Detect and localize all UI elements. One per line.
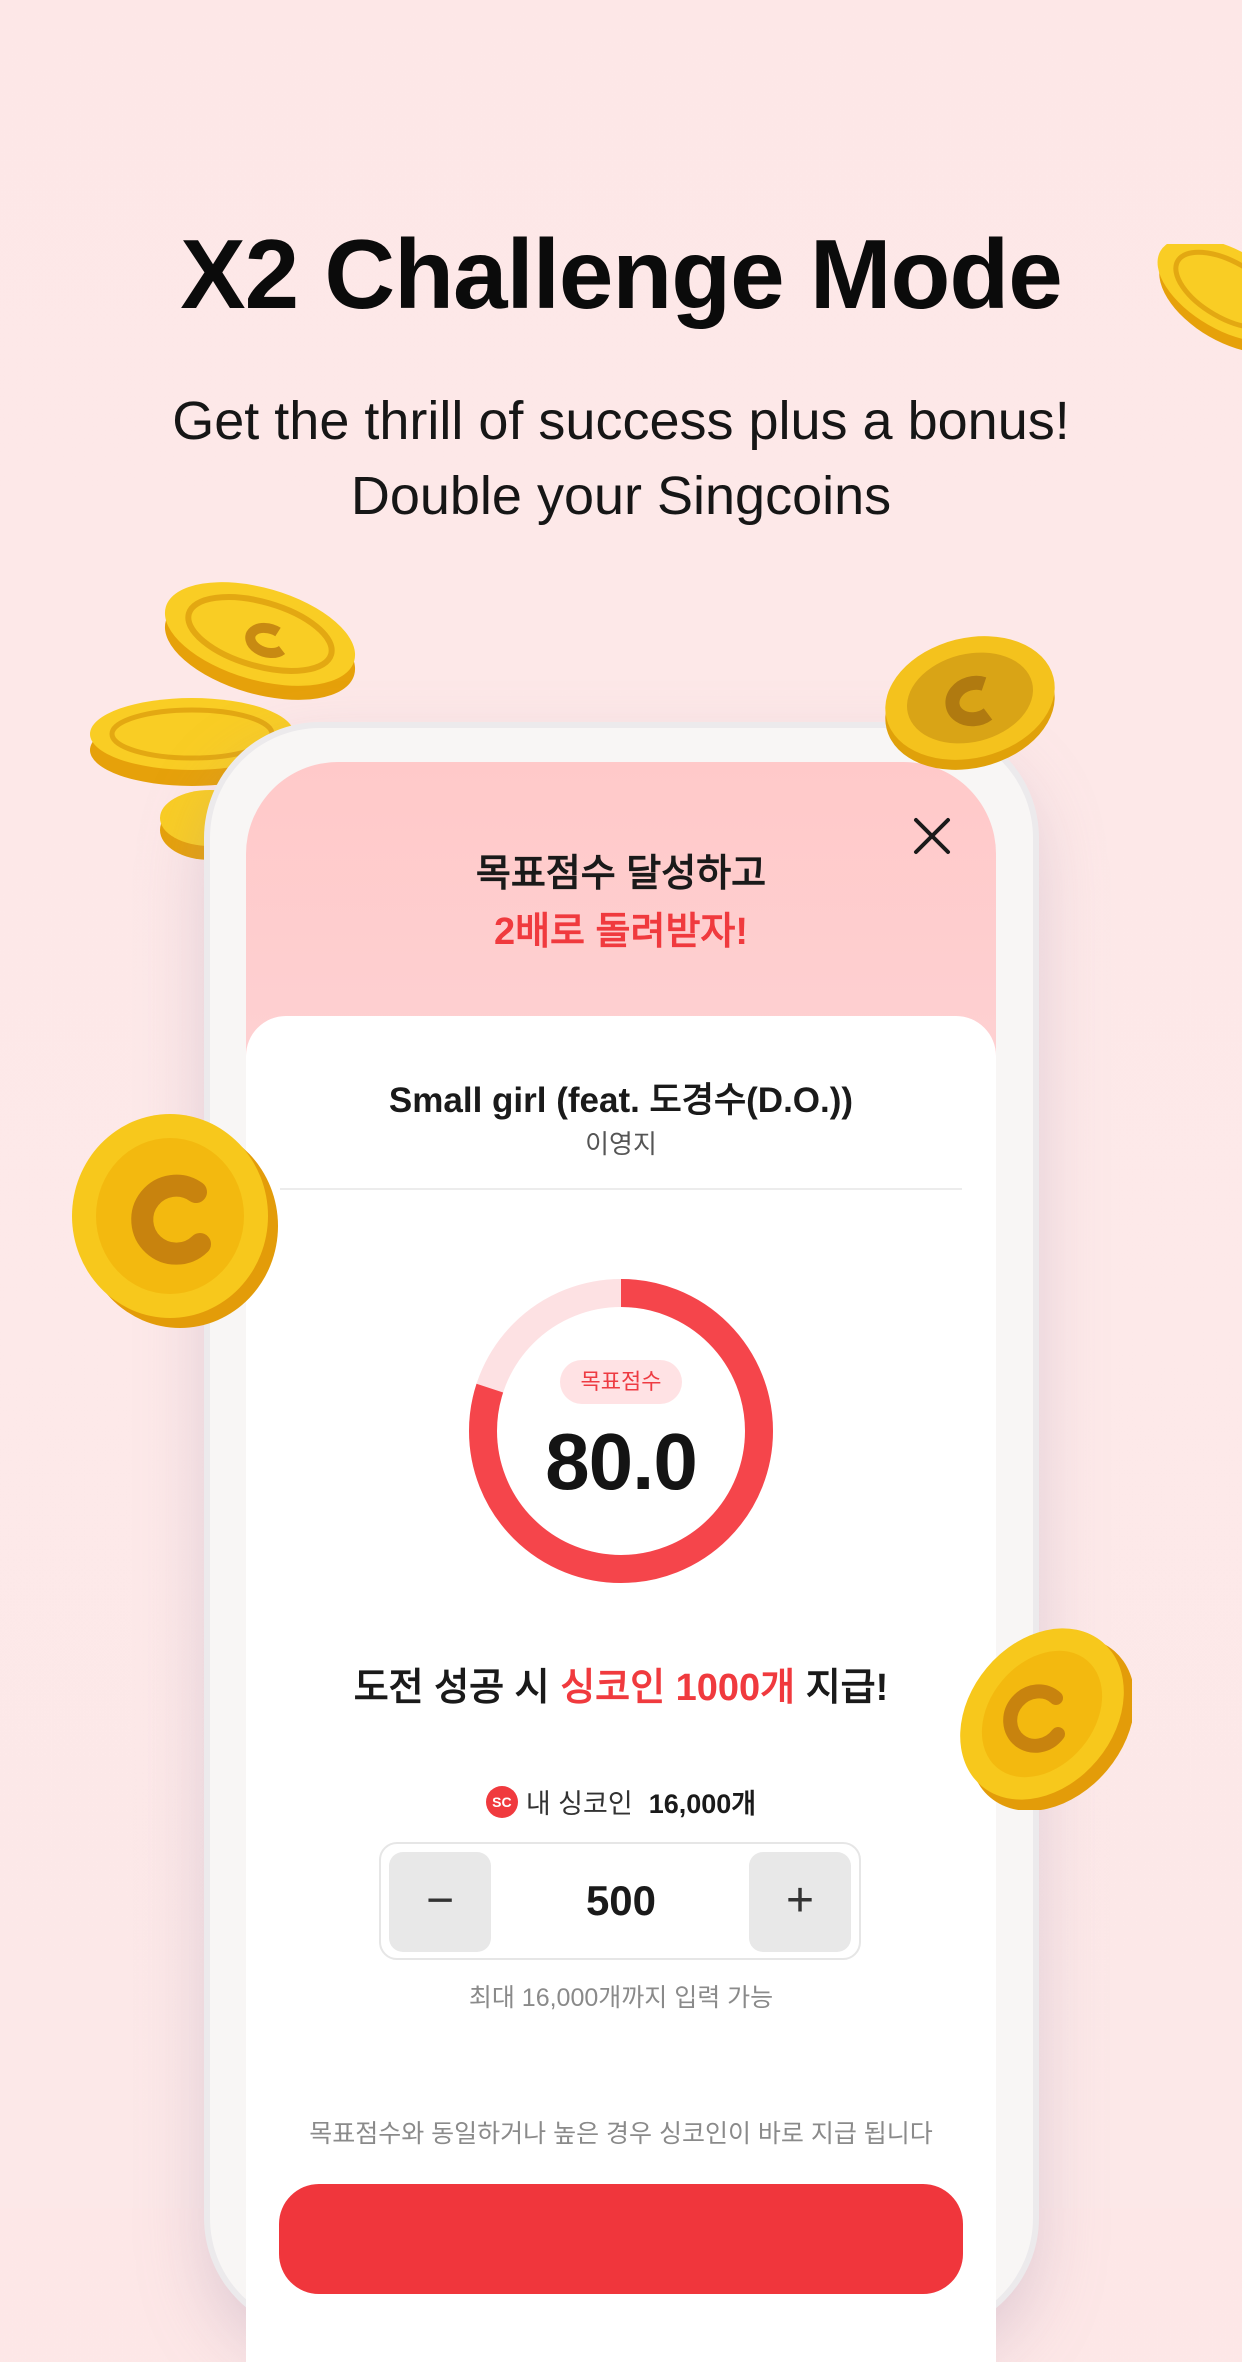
challenge-modal: 목표점수 달성하고 2배로 돌려받자! Small girl (feat. 도경… <box>246 762 996 2362</box>
page-subtitle-line1: Get the thrill of success plus a bonus! <box>172 391 1070 451</box>
wallet-count: 16,000개 <box>648 1789 757 1819</box>
coin-icon <box>72 1114 278 1328</box>
modal-headline-highlight: 2배로 돌려받자! <box>493 911 749 953</box>
coin-amount-value[interactable]: 500 <box>501 1844 741 1958</box>
modal-headline: 목표점수 달성하고 <box>475 853 767 895</box>
song-title: Small girl (feat. 도경수(D.O.)) <box>388 1081 854 1120</box>
max-input-note: 최대 16,000개까지 입력 가능 <box>468 1984 774 2012</box>
reward-suffix: 지급! <box>795 1667 889 1709</box>
coin-amount-stepper: − 500 + <box>379 1842 861 1960</box>
target-score-value: 80.0 <box>545 1417 698 1506</box>
wallet-label: 내 싱코인 <box>525 1789 633 1819</box>
coin-icon <box>164 582 356 700</box>
singcoin-icon: SC <box>485 1785 518 1818</box>
page-subtitle-line2: Double your Singcoins <box>350 466 892 526</box>
reward-highlight: 싱코인 1000개 <box>560 1667 796 1709</box>
page-headline: X2 Challenge Mode <box>180 219 1063 329</box>
wallet-balance: SC 내 싱코인 16,000개 <box>246 1782 996 1821</box>
coin-icon <box>1157 244 1242 354</box>
challenge-card: Small girl (feat. 도경수(D.O.)) 이영지 목표점수 80… <box>246 1016 996 2362</box>
reward-prefix: 도전 성공 시 <box>353 1667 561 1709</box>
start-challenge-button[interactable] <box>279 2184 963 2294</box>
increase-button[interactable]: + <box>749 1852 851 1952</box>
reward-message: 도전 성공 시 싱코인 1000개 지급! <box>246 1656 996 1711</box>
target-score-badge: 목표점수 <box>560 1360 682 1404</box>
decrease-button[interactable]: − <box>389 1852 491 1952</box>
divider <box>280 1188 962 1190</box>
coin-icon <box>885 636 1055 770</box>
coin-icon <box>960 1628 1132 1810</box>
song-artist: 이영지 <box>585 1129 657 1159</box>
payout-note: 목표점수와 동일하거나 높은 경우 싱코인이 바로 지급 됩니다 <box>309 2120 933 2148</box>
